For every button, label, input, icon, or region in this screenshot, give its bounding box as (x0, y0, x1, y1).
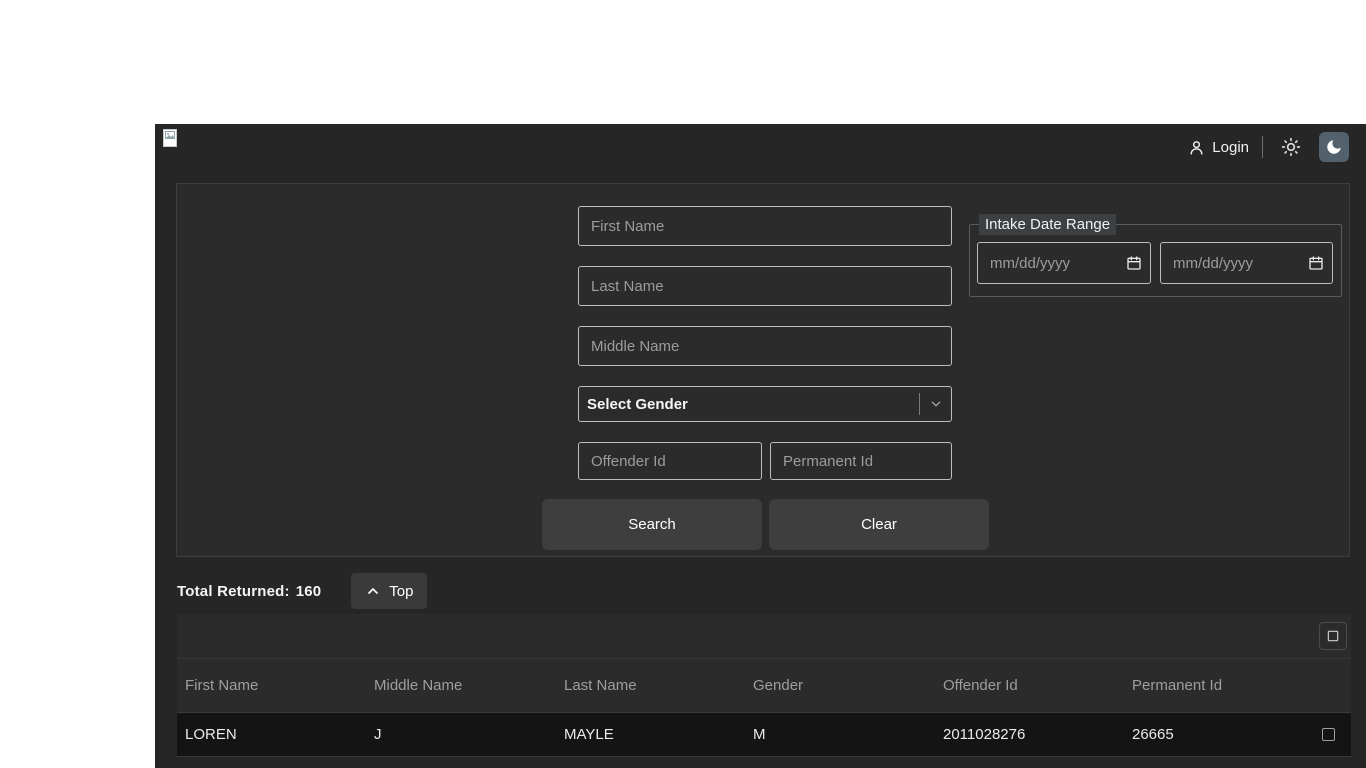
chevron-down-icon (929, 397, 943, 411)
table-header-row: First Name Middle Name Last Name Gender … (177, 659, 1351, 713)
table-row[interactable]: LOREN J MAYLE M 2011028276 26665 (177, 713, 1351, 757)
search-form: Select Gender (578, 206, 952, 480)
topbar-actions: Login (1188, 132, 1349, 162)
intake-start-date-input[interactable] (977, 242, 1151, 284)
table-toolbar (177, 614, 1351, 659)
column-header-permanent-id[interactable]: Permanent Id (1124, 677, 1306, 694)
intake-date-range-fieldset: Intake Date Range (969, 214, 1342, 297)
cell-first-name: LOREN (177, 726, 366, 743)
select-divider (919, 393, 920, 415)
results-table: First Name Middle Name Last Name Gender … (177, 614, 1351, 757)
column-header-first-name[interactable]: First Name (177, 677, 366, 694)
total-returned-label: Total Returned: (177, 583, 290, 600)
permanent-id-input[interactable] (770, 442, 952, 480)
column-header-offender-id[interactable]: Offender Id (935, 677, 1124, 694)
clear-button[interactable]: Clear (769, 499, 989, 550)
offender-id-input[interactable] (578, 442, 762, 480)
date-inputs (977, 242, 1334, 284)
gender-select[interactable]: Select Gender (578, 386, 952, 422)
broken-image-icon (163, 129, 177, 147)
intake-end-date-input[interactable] (1160, 242, 1333, 284)
middle-name-input[interactable] (578, 326, 952, 366)
cell-offender-id: 2011028276 (935, 726, 1124, 743)
first-name-input[interactable] (578, 206, 952, 246)
column-header-last-name[interactable]: Last Name (556, 677, 745, 694)
column-header-gender[interactable]: Gender (745, 677, 935, 694)
topbar: Login (155, 124, 1366, 170)
intake-date-range-legend: Intake Date Range (979, 214, 1116, 235)
login-button[interactable]: Login (1188, 139, 1249, 156)
cell-select (1306, 728, 1351, 741)
gender-select-controls (919, 393, 943, 415)
light-theme-button[interactable] (1276, 132, 1306, 162)
total-returned: Total Returned: 160 (177, 583, 321, 600)
scroll-top-label: Top (389, 583, 413, 600)
chevron-up-icon (365, 583, 381, 599)
search-button[interactable]: Search (542, 499, 762, 550)
user-icon (1188, 139, 1205, 156)
sun-icon (1281, 137, 1301, 157)
table-options-button[interactable] (1319, 622, 1347, 650)
topbar-divider (1262, 136, 1263, 158)
intake-start-date-field (977, 242, 1151, 284)
app-window: Login (155, 124, 1366, 768)
form-buttons: Search Clear (542, 499, 989, 550)
search-panel: Select Gender Intake Date Range (176, 183, 1350, 557)
cell-gender: M (745, 726, 935, 743)
login-label: Login (1212, 139, 1249, 156)
cell-last-name: MAYLE (556, 726, 745, 743)
scroll-top-button[interactable]: Top (351, 573, 427, 609)
square-icon (1326, 629, 1340, 643)
intake-end-date-field (1160, 242, 1333, 284)
results-bar: Total Returned: 160 Top (177, 573, 427, 609)
cell-permanent-id: 26665 (1124, 726, 1306, 743)
last-name-input[interactable] (578, 266, 952, 306)
column-header-middle-name[interactable]: Middle Name (366, 677, 556, 694)
cell-middle-name: J (366, 726, 556, 743)
row-checkbox[interactable] (1322, 728, 1335, 741)
total-returned-value: 160 (296, 583, 322, 600)
page: Login (0, 0, 1366, 768)
id-fields-row (578, 442, 952, 480)
dark-theme-button[interactable] (1319, 132, 1349, 162)
gender-select-value: Select Gender (587, 396, 688, 413)
moon-icon (1325, 138, 1343, 156)
